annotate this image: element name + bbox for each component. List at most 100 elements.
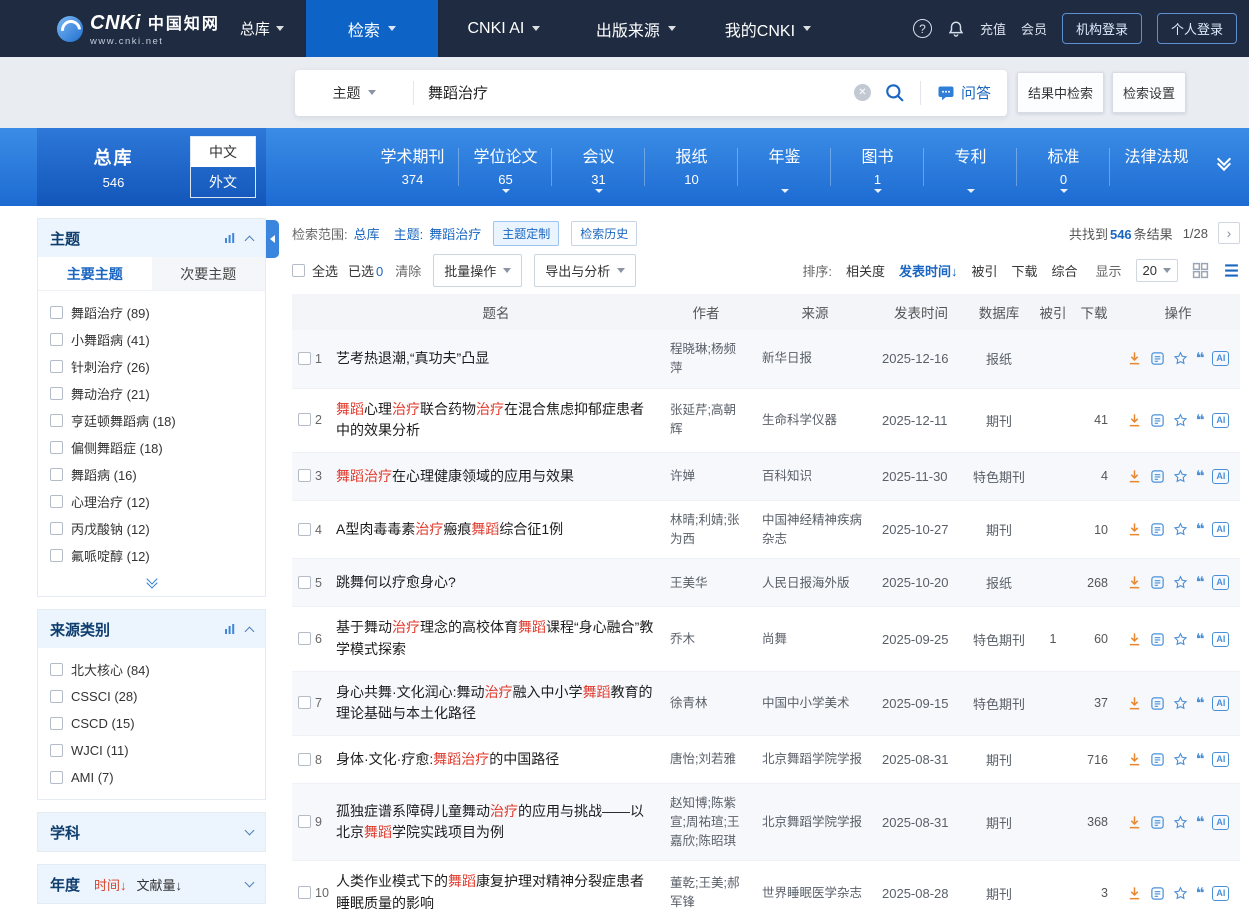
row-authors[interactable]: 王美华 [660, 574, 752, 593]
read-online-icon[interactable] [1150, 575, 1165, 590]
row-authors[interactable]: 唐怡;刘若雅 [660, 750, 752, 769]
download-icon[interactable] [1127, 575, 1142, 590]
cnki-logo[interactable]: CNKi 中国知网 www.cnki.net [57, 10, 220, 47]
row-source[interactable]: 世界睡眠医学杂志 [752, 884, 878, 903]
ai-assistant-badge[interactable]: AI [1212, 632, 1229, 647]
cite-icon[interactable]: ❝ [1196, 752, 1205, 767]
row-title-link[interactable]: 舞蹈心理治疗联合药物治疗在混合焦虑抑郁症患者中的效果分析 [332, 399, 660, 442]
db-tab-patent[interactable]: 专利 [924, 128, 1017, 206]
db-tab-journal[interactable]: 学术期刊374 [366, 128, 459, 206]
read-online-icon[interactable] [1150, 815, 1165, 830]
filter-checkbox[interactable] [50, 441, 63, 454]
search-settings-button[interactable]: 检索设置 [1112, 72, 1186, 113]
select-all-label[interactable]: 全选 [312, 261, 338, 280]
row-source[interactable]: 北京舞蹈学院学报 [752, 750, 878, 769]
topic-custom-button[interactable]: 主题定制 [493, 221, 559, 246]
notification-bell-icon[interactable] [947, 20, 965, 38]
topic-expand-button[interactable] [38, 571, 265, 596]
language-tab-foreign[interactable]: 外文 [191, 167, 255, 197]
row-title-link[interactable]: 人类作业模式下的舞蹈康复护理对精神分裂症患者睡眠质量的影响 [332, 871, 660, 914]
next-page-button[interactable]: › [1218, 222, 1240, 244]
row-title-link[interactable]: 舞蹈治疗在心理健康领域的应用与效果 [332, 466, 660, 488]
download-icon[interactable] [1127, 469, 1142, 484]
row-checkbox[interactable] [298, 696, 311, 709]
search-field-selector[interactable]: 主题 [295, 83, 413, 103]
topic-filter-item[interactable]: 亨廷顿舞蹈病 (18) [50, 407, 253, 434]
row-source[interactable]: 新华日报 [752, 349, 878, 368]
db-tab-total[interactable]: 总库 546 中文 外文 [37, 128, 266, 206]
export-analyze-button[interactable]: 导出与分析 [534, 254, 636, 287]
read-online-icon[interactable] [1150, 351, 1165, 366]
row-source[interactable]: 百科知识 [752, 467, 878, 486]
year-sort-time[interactable]: 时间↓ [94, 875, 127, 894]
row-checkbox[interactable] [298, 753, 311, 766]
filter-checkbox[interactable] [50, 690, 63, 703]
sidebar-collapse-handle[interactable] [266, 220, 279, 258]
topic-filter-item[interactable]: 针刺治疗 (26) [50, 353, 253, 380]
ai-assistant-badge[interactable]: AI [1212, 469, 1229, 484]
cite-icon[interactable]: ❝ [1196, 575, 1205, 590]
qa-button[interactable]: 问答 [921, 82, 1007, 103]
source-category-item[interactable]: WJCI (11) [50, 737, 253, 764]
cite-icon[interactable]: ❝ [1196, 696, 1205, 711]
search-history-button[interactable]: 检索历史 [571, 221, 637, 246]
ai-assistant-badge[interactable]: AI [1212, 815, 1229, 830]
row-authors[interactable]: 林晴;利婧;张为西 [660, 511, 752, 549]
clear-search-icon[interactable]: ✕ [854, 84, 871, 101]
scope-value[interactable]: 总库 [354, 224, 380, 243]
db-tab-yearbook[interactable]: 年鉴 [738, 128, 831, 206]
search-icon[interactable] [884, 82, 905, 103]
ai-assistant-badge[interactable]: AI [1212, 351, 1229, 366]
row-title-link[interactable]: 孤独症谱系障碍儿童舞动治疗的应用与挑战——以北京舞蹈学院实践项目为例 [332, 801, 660, 844]
row-source[interactable]: 人民日报海外版 [752, 574, 878, 593]
row-authors[interactable]: 张延芹;高朝辉 [660, 401, 752, 439]
favorite-icon[interactable] [1173, 752, 1188, 767]
row-source[interactable]: 生命科学仪器 [752, 411, 878, 430]
read-online-icon[interactable] [1150, 413, 1165, 428]
cite-icon[interactable]: ❝ [1196, 351, 1205, 366]
download-icon[interactable] [1127, 351, 1142, 366]
cite-icon[interactable]: ❝ [1196, 413, 1205, 428]
ai-assistant-badge[interactable]: AI [1212, 886, 1229, 901]
search-in-results-button[interactable]: 结果中检索 [1017, 72, 1104, 113]
topic-filter-item[interactable]: 舞蹈病 (16) [50, 461, 253, 488]
topic-filter-header[interactable]: 主题 [38, 219, 265, 257]
db-tab-standard[interactable]: 标准0 [1017, 128, 1110, 206]
read-online-icon[interactable] [1150, 469, 1165, 484]
topic-filter-item[interactable]: 小舞蹈病 (41) [50, 326, 253, 353]
more-tabs-chevron-icon[interactable] [1219, 154, 1229, 169]
source-category-header[interactable]: 来源类别 [38, 610, 265, 648]
member-link[interactable]: 会员 [1021, 19, 1047, 38]
favorite-icon[interactable] [1173, 696, 1188, 711]
sort-option-relevance[interactable]: 相关度 [846, 261, 885, 280]
language-tab-chinese[interactable]: 中文 [191, 137, 255, 167]
cite-icon[interactable]: ❝ [1196, 632, 1205, 647]
download-icon[interactable] [1127, 413, 1142, 428]
ai-assistant-badge[interactable]: AI [1212, 522, 1229, 537]
discipline-filter-header[interactable]: 学科 [38, 813, 265, 851]
filter-checkbox[interactable] [50, 306, 63, 319]
read-online-icon[interactable] [1150, 752, 1165, 767]
sort-option-pub-date[interactable]: 发表时间↓ [899, 261, 958, 280]
row-authors[interactable]: 乔木 [660, 630, 752, 649]
filter-checkbox[interactable] [50, 663, 63, 676]
favorite-icon[interactable] [1173, 632, 1188, 647]
db-tab-conference[interactable]: 会议31 [552, 128, 645, 206]
topic-tab-1[interactable]: 次要主题 [152, 257, 266, 290]
year-sort-count[interactable]: 文献量↓ [137, 875, 183, 894]
favorite-icon[interactable] [1173, 522, 1188, 537]
filter-checkbox[interactable] [50, 522, 63, 535]
filter-checkbox[interactable] [50, 549, 63, 562]
year-filter-header[interactable]: 年度 时间↓ 文献量↓ [38, 865, 265, 903]
row-title-link[interactable]: 跳舞何以疗愈身心? [332, 572, 660, 594]
topic-filter-item[interactable]: 偏侧舞蹈症 (18) [50, 434, 253, 461]
favorite-icon[interactable] [1173, 575, 1188, 590]
row-source[interactable]: 北京舞蹈学院学报 [752, 813, 878, 832]
read-online-icon[interactable] [1150, 522, 1165, 537]
row-checkbox[interactable] [298, 469, 311, 482]
download-icon[interactable] [1127, 632, 1142, 647]
sort-by-count-icon[interactable] [224, 623, 236, 635]
db-tab-thesis[interactable]: 学位论文65 [459, 128, 552, 206]
row-source[interactable]: 尚舞 [752, 630, 878, 649]
library-selector[interactable]: 总库 [240, 18, 284, 39]
